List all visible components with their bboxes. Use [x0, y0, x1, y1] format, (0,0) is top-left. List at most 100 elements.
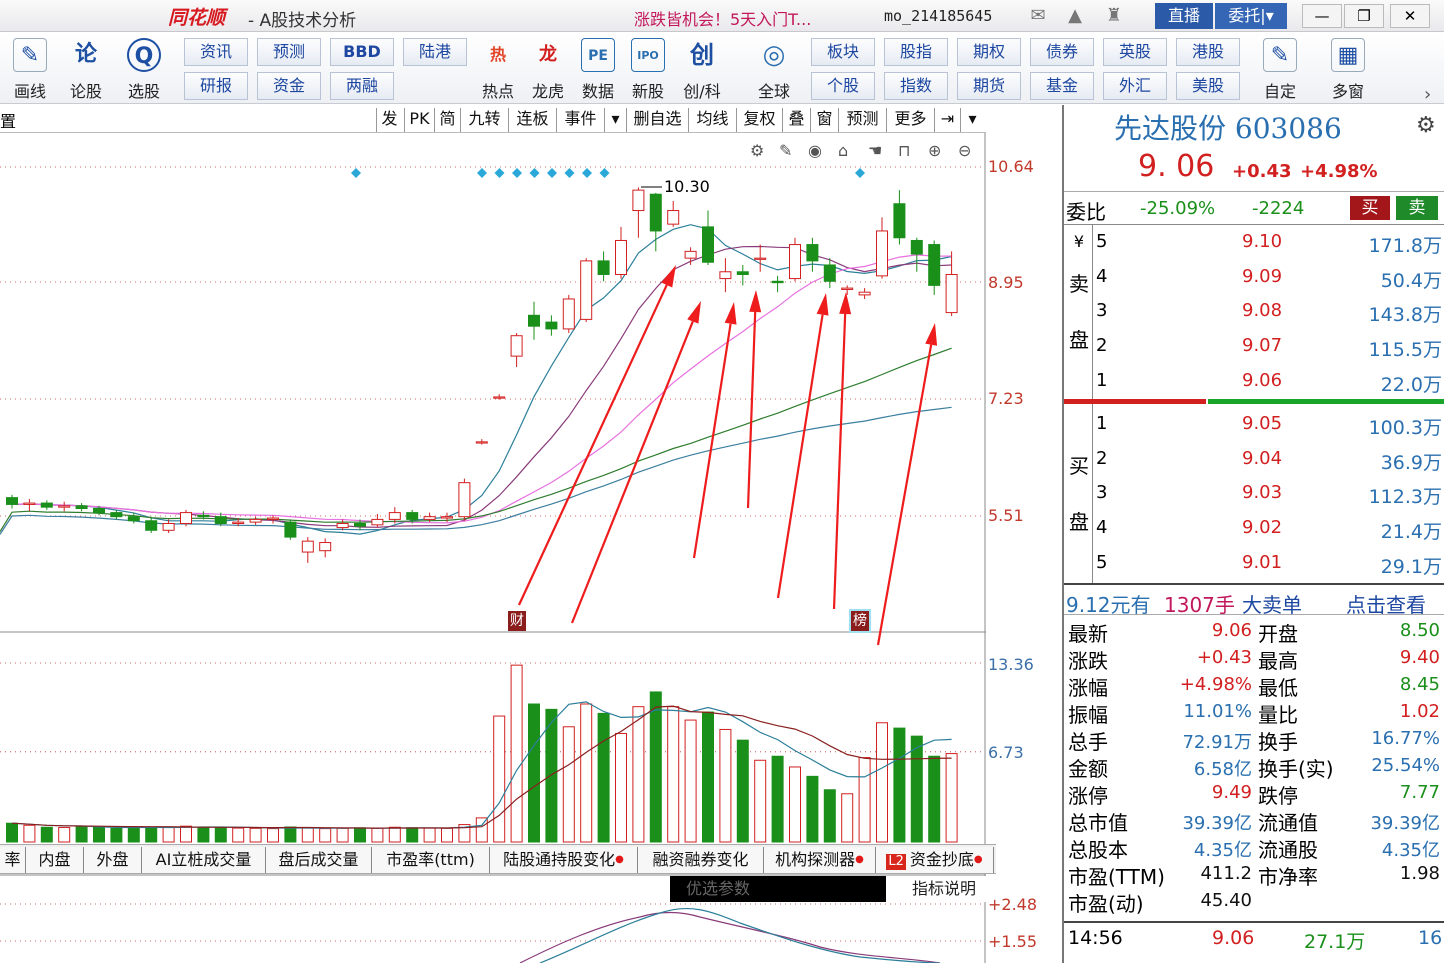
hand-icon[interactable]: ☚: [868, 141, 882, 160]
fund-button[interactable]: 基金: [1030, 72, 1094, 100]
xuangu-label: 选股: [127, 82, 160, 101]
restore-button[interactable]: ❐: [1344, 4, 1384, 28]
tab-rate[interactable]: 率: [0, 847, 26, 873]
eye-icon[interactable]: ◉: [808, 141, 822, 160]
chart-btn-remove-watch[interactable]: 删自选: [626, 108, 688, 132]
chart-btn-more[interactable]: 更多: [886, 108, 934, 132]
multi-window-button[interactable]: ▦ 多窗: [1320, 36, 1376, 102]
tick-row[interactable]: 14:56 9.06 27.1万 16: [1064, 921, 1444, 953]
options-button[interactable]: 期权: [957, 38, 1021, 66]
tab-outer-volume[interactable]: 外盘: [84, 847, 142, 873]
chart-btn-td9[interactable]: 九转: [460, 108, 508, 132]
news-button[interactable]: 资讯: [184, 38, 248, 66]
promo-link[interactable]: 涨跌皆机会！5天入门T...: [634, 6, 811, 30]
chevron-right-icon[interactable]: ›: [1424, 84, 1431, 105]
settings-icon[interactable]: ⚙: [750, 141, 764, 160]
username[interactable]: mo_214185645: [884, 7, 992, 25]
chart-btn-limit-up[interactable]: 连板: [508, 108, 556, 132]
chart-btn-forecast[interactable]: 预测: [838, 108, 886, 132]
bid-row[interactable]: 5 9.01 29.1万: [1094, 546, 1444, 580]
chart-btn-pk[interactable]: PK: [404, 108, 434, 132]
lock-icon[interactable]: ⊓: [898, 141, 910, 160]
buy-button[interactable]: 买: [1350, 196, 1390, 220]
ipo-button[interactable]: IPO 新股: [620, 36, 676, 102]
margin-button[interactable]: 两融: [330, 72, 394, 100]
kline-chart-area[interactable]: 置 发 PK 简 九转 连板 事件 ▾ 删自选 均线 复权 叠 窗 预测 更多 …: [0, 105, 1062, 963]
bbd-button[interactable]: BBD: [330, 38, 394, 66]
chart-settings-corner[interactable]: 置: [0, 108, 16, 132]
us-stocks-button[interactable]: 美股: [1176, 72, 1240, 100]
chart-btn-window[interactable]: 窗: [810, 108, 838, 132]
ask-row[interactable]: 1 9.06 22.0万: [1094, 364, 1444, 398]
chart-btn-fa[interactable]: 发: [376, 108, 402, 132]
pen-icon[interactable]: ✎: [779, 141, 792, 160]
tab-margin-change[interactable]: 融资融券变化: [638, 847, 764, 873]
bell-icon[interactable]: ▲: [1063, 5, 1087, 27]
futures-button[interactable]: 期货: [957, 72, 1021, 100]
entrust-button[interactable]: 委托|▾: [1215, 3, 1287, 29]
hotspot-button[interactable]: 热 热点: [470, 36, 526, 102]
bid-row[interactable]: 2 9.04 36.9万: [1094, 442, 1444, 476]
close-button[interactable]: ✕: [1390, 4, 1430, 28]
tab-inner-volume[interactable]: 内盘: [26, 847, 84, 873]
minimize-button[interactable]: —: [1302, 4, 1342, 28]
index-button[interactable]: 指数: [884, 72, 948, 100]
multi-window-icon: ▦: [1331, 38, 1365, 72]
dragon-tiger-button[interactable]: 龙 龙虎: [520, 36, 576, 102]
lungu-button[interactable]: 论 论股: [58, 36, 114, 102]
forecast-button[interactable]: 预测: [257, 38, 321, 66]
uk-stocks-button[interactable]: 英股: [1103, 38, 1167, 66]
hk-connect-button[interactable]: 陆港: [403, 38, 467, 66]
chart-btn-ma[interactable]: 均线: [688, 108, 736, 132]
tab-institution-detector[interactable]: 机构探测器●: [764, 847, 876, 873]
ask-row[interactable]: 4 9.09 50.4万: [1094, 260, 1444, 294]
ask-row[interactable]: 5 9.10 171.8万: [1094, 225, 1444, 259]
chart-btn-events[interactable]: 事件: [556, 108, 604, 132]
chart-btn-adjust[interactable]: 复权: [736, 108, 782, 132]
expand-icon[interactable]: ⇥: [934, 108, 960, 132]
ask-row[interactable]: 2 9.07 115.5万: [1094, 329, 1444, 363]
tab-pe-ttm[interactable]: 市盈率(ttm): [372, 847, 490, 873]
sector-button[interactable]: 板块: [811, 38, 875, 66]
draw-line-button[interactable]: ✎ 画线: [2, 36, 58, 102]
zoom-in-icon[interactable]: ⊕: [928, 141, 941, 160]
tab-ai-volume[interactable]: AI立桩成交量: [142, 847, 266, 873]
research-button[interactable]: 研报: [184, 72, 248, 100]
tab-bottom-fishing[interactable]: L2 资金抄底●: [876, 847, 994, 873]
data-button[interactable]: PE 数据: [570, 36, 626, 102]
basket-icon[interactable]: ⌂: [838, 141, 848, 160]
chart-canvas[interactable]: [0, 105, 1062, 963]
indicator-params-button[interactable]: 优选参数: [670, 876, 886, 902]
forex-button[interactable]: 外汇: [1103, 72, 1167, 100]
chart-btn-events-dropdown[interactable]: ▾: [604, 108, 626, 132]
zoom-out-icon[interactable]: ⊖: [958, 141, 971, 160]
stocks-button[interactable]: 个股: [811, 72, 875, 100]
sell-button[interactable]: 卖: [1396, 196, 1438, 220]
funds-button[interactable]: 资金: [257, 72, 321, 100]
customize-button[interactable]: ✎ 自定: [1252, 36, 1308, 102]
finance-marker[interactable]: 财: [508, 611, 526, 631]
global-button[interactable]: ◎ 全球: [746, 36, 802, 102]
tab-after-hours-volume[interactable]: 盘后成交量: [266, 847, 372, 873]
bid-row[interactable]: 1 9.05 100.3万: [1094, 407, 1444, 441]
gear-icon[interactable]: ⚙: [1416, 113, 1436, 138]
indicator-help-button[interactable]: 指标说明: [886, 876, 986, 902]
bid-row[interactable]: 3 9.03 112.3万: [1094, 476, 1444, 510]
star-market-button[interactable]: 创 创/科: [674, 36, 730, 102]
xuangu-button[interactable]: Q 选股: [116, 36, 172, 102]
chart-btn-overlay[interactable]: 叠: [782, 108, 810, 132]
shirt-icon[interactable]: ♜: [1102, 5, 1126, 27]
tab-northbound-holdings[interactable]: 陆股通持股变化●: [490, 847, 638, 873]
ask-row[interactable]: 3 9.08 143.8万: [1094, 294, 1444, 328]
dragon-tiger-marker[interactable]: 榜: [851, 611, 869, 631]
mail-icon[interactable]: ✉: [1026, 5, 1050, 27]
bid-row[interactable]: 4 9.02 21.4万: [1094, 511, 1444, 545]
chevron-down-icon[interactable]: ▾: [960, 108, 984, 132]
bonds-button[interactable]: 债券: [1030, 38, 1094, 66]
hk-stocks-button[interactable]: 港股: [1176, 38, 1240, 66]
chart-btn-simple[interactable]: 简: [434, 108, 460, 132]
live-button[interactable]: 直播: [1155, 3, 1213, 29]
big-order-view-link[interactable]: 点击查看: [1346, 589, 1426, 618]
index-futures-button[interactable]: 股指: [884, 38, 948, 66]
bid-qty: 36.9万: [1380, 452, 1442, 474]
